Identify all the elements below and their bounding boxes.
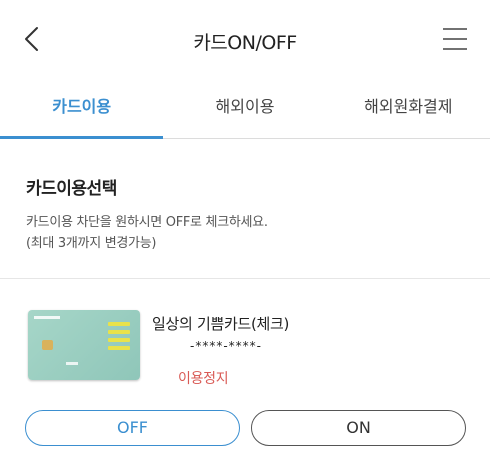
tab-overseas-usage[interactable]: 해외이용 [163,80,326,138]
card-image [28,310,140,380]
tab-bar: 카드이용 해외이용 해외원화결제 [0,80,490,139]
page-title: 카드ON/OFF [193,32,297,54]
section-title: 카드이용선택 [26,179,117,199]
on-button[interactable]: ON [251,410,466,446]
section-description: 카드이용 차단을 원하시면 OFF로 체크하세요. (최대 3개까지 변경가능) [26,212,268,254]
description-line-1: 카드이용 차단을 원하시면 OFF로 체크하세요. [26,215,268,230]
card-mark [66,362,78,365]
description-line-2: (최대 3개까지 변경가능) [26,236,157,251]
divider [0,278,490,279]
tab-overseas-krw-payment[interactable]: 해외원화결제 [327,80,490,138]
hamburger-menu-icon[interactable] [442,26,468,52]
card-logo [34,316,60,319]
app-header: 카드ON/OFF [0,0,490,80]
tab-card-usage[interactable]: 카드이용 [0,80,164,139]
card-status-badge: 이용정지 [178,371,229,387]
card-name: 일상의 기쁨카드(체크) [152,315,290,333]
off-button[interactable]: OFF [25,410,240,446]
card-chip-icon [42,340,53,350]
card-pattern [108,322,130,358]
card-number: -****-****- [190,339,262,353]
